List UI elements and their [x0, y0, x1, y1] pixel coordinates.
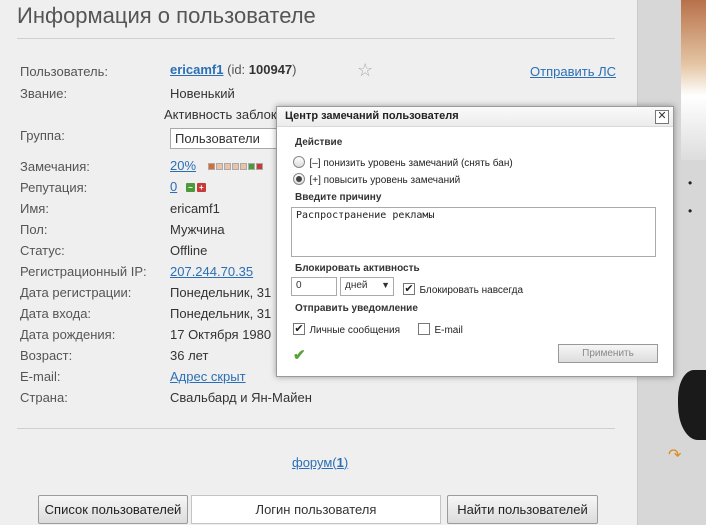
find-users-button[interactable]: Найти пользователей: [447, 495, 598, 524]
warn-level-5: [239, 163, 247, 171]
block-forever-checkbox[interactable]: ✔: [403, 282, 415, 295]
user-name-link[interactable]: ericamf1: [170, 62, 223, 77]
dialog-title: Центр замечаний пользователя: [277, 107, 673, 127]
reg-date-label: Дата регистрации:: [20, 285, 132, 300]
user-id: 100947: [248, 62, 293, 77]
login-date-label: Дата входа:: [20, 306, 92, 321]
lower-radio[interactable]: [293, 155, 305, 168]
reg-date-value: Понедельник, 31: [170, 285, 272, 300]
rank-value: Новенький: [170, 86, 235, 101]
title-divider: [17, 38, 615, 39]
forum-link[interactable]: форум(1): [292, 455, 348, 470]
warnings-link[interactable]: 20%: [170, 158, 196, 173]
forum-count[interactable]: 1: [337, 455, 344, 470]
country-label: Страна:: [20, 390, 68, 405]
sidebar-dark-graphic: [678, 370, 706, 440]
notify-email-option[interactable]: E-mail: [418, 320, 463, 338]
email-label: E-mail:: [20, 369, 61, 384]
birth-date-value: 17 Октября 1980: [170, 327, 272, 342]
raise-radio-label: [+] повысить уровень замечаний: [309, 175, 461, 186]
bottom-divider: [17, 428, 615, 429]
redo-arrow-icon[interactable]: ↷: [668, 445, 681, 465]
name-label: Имя:: [20, 201, 49, 216]
warn-level-3: [223, 163, 231, 171]
reputation-row: 0 − +: [170, 179, 206, 194]
warn-level-4: [231, 163, 239, 171]
block-forever-label: Блокировать навсегда: [419, 285, 524, 296]
birth-date-label: Дата рождения:: [20, 327, 116, 342]
send-pm-link[interactable]: Отправить ЛС: [530, 64, 616, 79]
sidebar-photo: [681, 0, 706, 160]
chevron-down-icon: ▼: [381, 280, 390, 290]
warn-level-2: [215, 163, 223, 171]
status-label: Статус:: [20, 243, 65, 258]
lower-warning-option[interactable]: [–] понизить уровень замечаний (снять ба…: [293, 153, 513, 171]
notify-pm-label: Личные сообщения: [309, 325, 401, 336]
sidebar-dots: • •: [688, 176, 693, 218]
favorite-star-icon[interactable]: ☆: [357, 60, 373, 81]
warn-level-1: [207, 163, 215, 171]
notify-email-checkbox[interactable]: [418, 322, 430, 335]
warnings-row: 20%: [170, 158, 263, 173]
gender-value: Мужчина: [170, 222, 225, 237]
notify-email-label: E-mail: [434, 325, 463, 336]
group-label: Группа:: [20, 128, 65, 143]
block-amount-input[interactable]: 0: [291, 277, 337, 296]
warnings-label: Замечания:: [20, 159, 90, 174]
user-id-suffix: ): [292, 62, 297, 77]
login-date-value: Понедельник, 31: [170, 306, 272, 321]
users-list-button[interactable]: Список пользователей: [38, 495, 188, 524]
reputation-plus-icon[interactable]: +: [196, 183, 206, 193]
block-unit-select[interactable]: дней ▼: [340, 277, 394, 296]
activity-blocked-note: Активность заблок: [164, 107, 277, 122]
warnings-center-dialog: Центр замечаний пользователя ✕ Действие …: [276, 106, 674, 377]
rank-label: Звание:: [20, 86, 68, 101]
reputation-minus-icon[interactable]: −: [185, 183, 195, 193]
forum-link-text[interactable]: форум(: [292, 455, 337, 470]
age-label: Возраст:: [20, 348, 73, 363]
block-unit-value: дней: [345, 280, 368, 291]
country-value: Свальбард и Ян-Майен: [170, 390, 312, 405]
gender-label: Пол:: [20, 222, 48, 237]
name-value: ericamf1: [170, 201, 220, 216]
lower-radio-label: [–] понизить уровень замечаний (снять ба…: [309, 158, 513, 169]
raise-warning-option[interactable]: [+] повысить уровень замечаний: [293, 170, 460, 188]
warn-plus-icon[interactable]: [255, 163, 263, 171]
notify-label: Отправить уведомление: [295, 303, 418, 314]
warn-minus-icon[interactable]: [247, 163, 255, 171]
close-icon[interactable]: ✕: [655, 110, 669, 124]
status-value: Offline: [170, 243, 208, 258]
reg-ip-label: Регистрационный IP:: [20, 264, 147, 279]
reason-label: Введите причину: [295, 192, 382, 203]
login-input[interactable]: Логин пользователя: [191, 495, 441, 524]
user-id-prefix: (id:: [227, 62, 249, 77]
warnings-level-bar: [207, 163, 263, 171]
reg-ip-link[interactable]: 207.244.70.35: [170, 264, 253, 279]
check-icon: ✔: [293, 347, 306, 364]
reason-textarea[interactable]: Распространение рекламы: [291, 207, 656, 257]
user-row: ericamf1 (id: 100947): [170, 62, 297, 77]
block-label: Блокировать активность: [295, 263, 420, 274]
age-value: 36 лет: [170, 348, 209, 363]
block-forever-option[interactable]: ✔ Блокировать навсегда: [403, 280, 523, 298]
email-hidden-link[interactable]: Адрес скрыт: [170, 369, 246, 384]
notify-pm-checkbox[interactable]: ✔: [293, 322, 305, 335]
reputation-link[interactable]: 0: [170, 179, 177, 194]
page-title: Информация о пользователе: [17, 3, 316, 28]
user-label: Пользователь:: [20, 64, 108, 79]
apply-button[interactable]: Применить: [558, 344, 658, 363]
raise-radio[interactable]: [293, 172, 305, 185]
forum-link-suffix[interactable]: ): [344, 455, 348, 470]
group-select[interactable]: Пользователи: [170, 128, 280, 149]
action-label: Действие: [295, 137, 343, 148]
notify-pm-option[interactable]: ✔ Личные сообщения: [293, 320, 400, 338]
reputation-label: Репутация:: [20, 180, 88, 195]
